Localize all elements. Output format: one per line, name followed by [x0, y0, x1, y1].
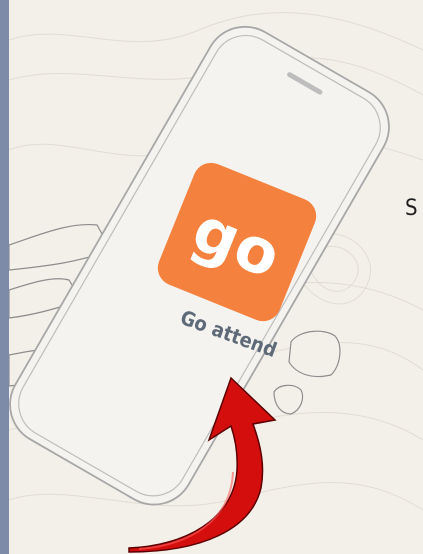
- phone-illustration: go Go attend: [9, 12, 423, 553]
- illustration-stage: go Go attend: [9, 0, 423, 554]
- left-accent-strip: [0, 0, 9, 554]
- side-heading-fragment: S: [405, 196, 419, 221]
